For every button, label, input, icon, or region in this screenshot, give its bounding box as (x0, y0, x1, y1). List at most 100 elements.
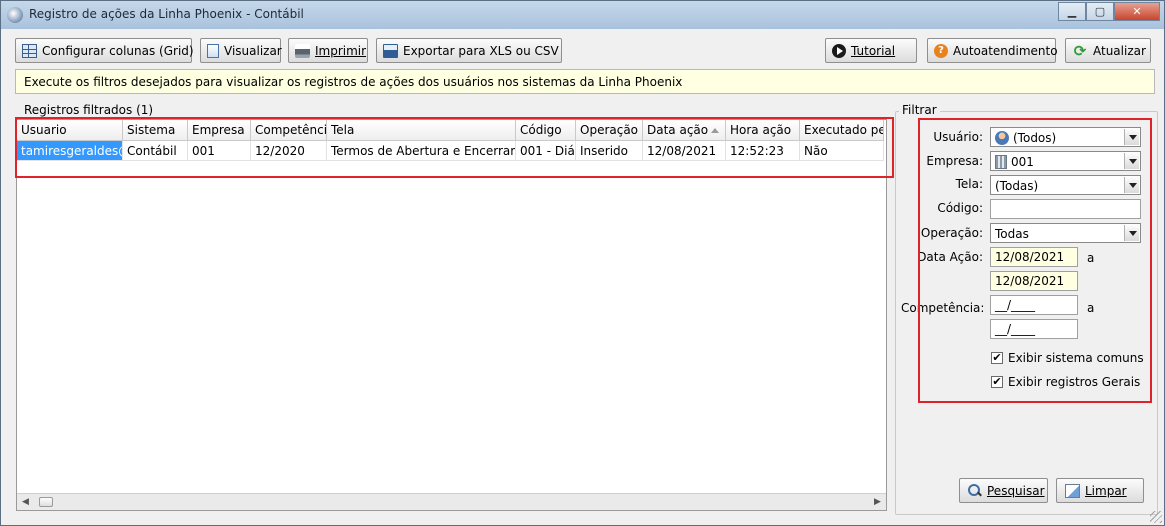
cell-tela[interactable]: Termos de Abertura e Encerramento (327, 141, 516, 161)
configure-columns-label: Configurar colunas (Grid) (42, 43, 194, 58)
close-icon: ✕ (1132, 5, 1142, 18)
competence-to-input[interactable]: __/____ (990, 319, 1078, 339)
toolbar: Configurar colunas (Grid) Visualizar Imp… (15, 38, 1155, 64)
show-common-systems-checkbox[interactable]: ✔ Exibir sistema comuns (991, 351, 1144, 365)
export-label: Exportar para XLS ou CSV (403, 43, 559, 58)
grid-icon (22, 43, 37, 58)
building-icon (995, 155, 1007, 169)
scroll-left-icon[interactable]: ◀ (17, 494, 34, 510)
self-service-label: Autoatendimento (953, 43, 1058, 58)
table-row[interactable]: tamiresgeraldes@s Contábil 001 12/2020 T… (17, 141, 884, 161)
records-group-title: Registros filtrados (1) (21, 103, 157, 117)
checkbox-checked-icon[interactable]: ✔ (991, 376, 1003, 388)
chevron-down-icon[interactable] (1124, 225, 1139, 241)
refresh-icon: ⟳ (1073, 41, 1087, 60)
app-icon (7, 7, 23, 23)
column-header-operacao[interactable]: Operação (576, 120, 643, 141)
minimize-button[interactable]: ▁ (1058, 2, 1086, 21)
column-header-executado-pelo[interactable]: Executado pelo (800, 120, 884, 141)
close-button[interactable]: ✕ (1114, 2, 1160, 21)
column-header-hora-acao[interactable]: Hora ação (726, 120, 800, 141)
cell-usuario[interactable]: tamiresgeraldes@s (17, 141, 123, 161)
column-header-empresa[interactable]: Empresa (188, 120, 251, 141)
print-button[interactable]: Imprimir (288, 38, 368, 63)
records-grid[interactable]: Usuario Sistema Empresa Competência Tela… (16, 119, 887, 511)
screen-select-value: (Todas) (995, 179, 1039, 193)
column-header-competencia[interactable]: Competência (251, 120, 327, 141)
refresh-button[interactable]: ⟳ Atualizar (1065, 38, 1151, 63)
configure-columns-button[interactable]: Configurar colunas (Grid) (15, 38, 194, 63)
column-header-tela[interactable]: Tela (327, 120, 516, 141)
cell-competencia[interactable]: 12/2020 (251, 141, 327, 161)
checkbox-checked-icon[interactable]: ✔ (991, 352, 1003, 364)
competence-range-separator: a (1087, 301, 1095, 315)
cell-codigo[interactable]: 001 - Diário (516, 141, 576, 161)
screen-label: Tela: (955, 177, 983, 191)
view-label: Visualizar (224, 43, 282, 58)
help-icon: ? (934, 43, 948, 58)
maximize-icon: ▢ (1094, 5, 1106, 18)
export-button[interactable]: Exportar para XLS ou CSV (376, 38, 562, 63)
code-label: Código: (937, 201, 983, 215)
scroll-thumb[interactable] (39, 497, 53, 507)
cell-executado-pelo[interactable]: Não (800, 141, 884, 161)
sort-ascending-icon (711, 128, 719, 133)
play-icon (832, 43, 846, 58)
window-title: Registro de ações da Linha Phoenix - Con… (29, 7, 304, 21)
operation-label: Operação: (920, 226, 983, 240)
competence-label: Competência: (901, 301, 985, 315)
info-message: Execute os filtros desejados para visual… (15, 69, 1155, 94)
self-service-button[interactable]: ? Autoatendimento (927, 38, 1058, 63)
column-header-sistema[interactable]: Sistema (123, 120, 188, 141)
clear-button-label: Limpar (1085, 483, 1127, 498)
chevron-down-icon[interactable] (1124, 129, 1139, 145)
show-general-records-label: Exibir registros Gerais (1008, 375, 1141, 389)
column-header-data-acao-label: Data ação (647, 123, 709, 137)
chevron-down-icon[interactable] (1124, 153, 1139, 169)
filter-group-title: Filtrar (899, 103, 940, 117)
screen-select[interactable]: (Todas) (990, 175, 1141, 195)
cell-data-acao[interactable]: 12/08/2021 (643, 141, 726, 161)
cell-sistema[interactable]: Contábil (123, 141, 188, 161)
chevron-down-icon[interactable] (1124, 177, 1139, 193)
user-select[interactable]: (Todos) (990, 127, 1141, 147)
minimize-icon: ▁ (1067, 5, 1077, 18)
scroll-right-icon[interactable]: ▶ (869, 494, 886, 510)
view-button[interactable]: Visualizar (200, 38, 282, 63)
show-common-systems-label: Exibir sistema comuns (1008, 351, 1144, 365)
company-label: Empresa: (926, 154, 983, 168)
title-bar[interactable]: Registro de ações da Linha Phoenix - Con… (1, 1, 1164, 29)
action-date-to-input[interactable]: 12/08/2021 (990, 271, 1078, 291)
column-header-data-acao[interactable]: Data ação (643, 120, 726, 141)
tutorial-button[interactable]: Tutorial (825, 38, 917, 63)
cell-hora-acao[interactable]: 12:52:23 (726, 141, 800, 161)
company-select[interactable]: 001 (990, 151, 1141, 171)
refresh-label: Atualizar (1093, 43, 1146, 58)
action-date-range-separator: a (1087, 251, 1095, 265)
code-input[interactable] (990, 199, 1141, 219)
column-header-codigo[interactable]: Código (516, 120, 576, 141)
maximize-button[interactable]: ▢ (1086, 2, 1114, 21)
search-button-label: Pesquisar (987, 483, 1045, 498)
cell-empresa[interactable]: 001 (188, 141, 251, 161)
window-controls: ▁ ▢ ✕ (1058, 2, 1160, 21)
horizontal-scrollbar[interactable]: ◀ ▶ (17, 493, 886, 510)
competence-from-input[interactable]: __/____ (990, 295, 1078, 315)
action-date-from-input[interactable]: 12/08/2021 (990, 247, 1078, 267)
operation-select[interactable]: Todas (990, 223, 1141, 243)
tutorial-label: Tutorial (851, 43, 896, 58)
main-window: Registro de ações da Linha Phoenix - Con… (0, 0, 1165, 526)
resize-grip-icon[interactable] (1150, 511, 1162, 523)
save-disk-icon (383, 43, 398, 58)
search-button[interactable]: Pesquisar (959, 478, 1048, 503)
search-icon (968, 483, 982, 498)
show-general-records-checkbox[interactable]: ✔ Exibir registros Gerais (991, 375, 1140, 389)
column-header-usuario[interactable]: Usuario (17, 120, 123, 141)
action-date-label: Data Ação: (917, 250, 983, 264)
clear-button[interactable]: Limpar (1056, 478, 1144, 503)
user-label: Usuário: (933, 130, 983, 144)
cell-operacao[interactable]: Inserido (576, 141, 643, 161)
document-icon (207, 43, 219, 58)
operation-select-value: Todas (995, 227, 1029, 241)
grid-header: Usuario Sistema Empresa Competência Tela… (17, 120, 884, 141)
